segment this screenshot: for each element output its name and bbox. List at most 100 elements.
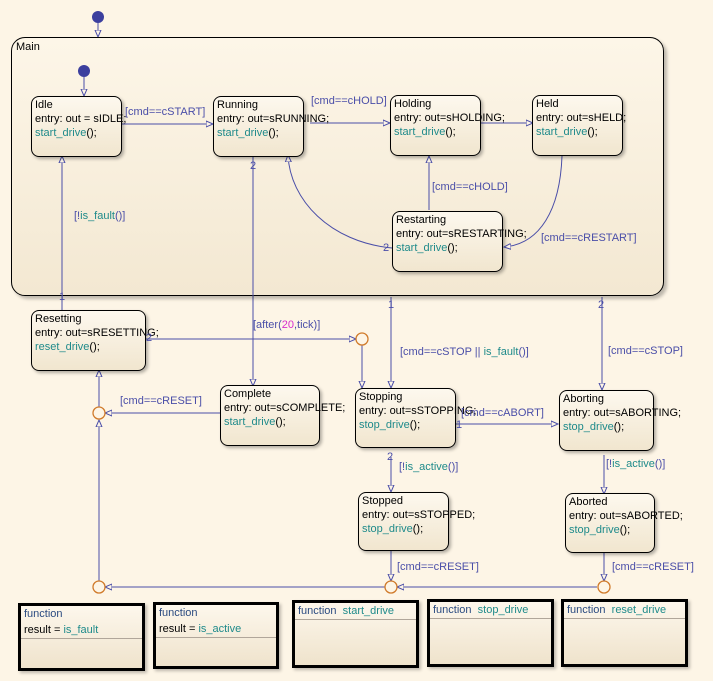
label-function: is_active [405,461,448,473]
state-name: Stopped [362,495,403,507]
function-call: stop_drive [362,523,413,535]
state-main[interactable]: Main [11,37,664,296]
label-running-holding[interactable]: [cmd==cHOLD] [311,95,387,107]
function-keyword: function [567,604,606,616]
state-holding[interactable]: Holding entry: out=sHOLDING; start_drive… [390,95,505,156]
function-is-active[interactable]: function result = is_active [153,602,279,669]
function-name: is_fault [63,624,99,636]
function-stop-drive[interactable]: function stop_drive [427,599,554,667]
label-stopping-aborting[interactable]: [cmd==cABORT] [461,407,544,419]
function-reset-drive[interactable]: function reset_drive [561,599,688,667]
call-suffix: (); [445,126,456,138]
function-signature: result = [24,624,64,636]
label-main-resetting[interactable]: [!is_fault()] [74,210,125,222]
state-entry: entry: out=sABORTING; [563,407,682,419]
label-main-aborting[interactable]: [cmd==cSTOP] [608,345,683,357]
label-idle-running[interactable]: [cmd==cSTART] [125,106,205,118]
junction[interactable] [92,406,106,420]
label-part: [cmd==cSTOP || [400,346,484,358]
label-main-stopping[interactable]: [cmd==cSTOP || is_fault()] [400,346,529,358]
priority-number: 1 [456,419,463,431]
state-stopped[interactable]: Stopped entry: out=sSTOPPED; stop_drive(… [358,492,475,551]
junction[interactable] [92,580,106,594]
call-suffix: (); [86,127,97,139]
label-part: ()] [114,210,126,222]
function-keyword: function [298,605,337,617]
function-call: stop_drive [569,524,620,536]
state-restarting[interactable]: Restarting entry: out=sRESTARTING; start… [392,211,527,272]
state-name: Running [217,99,258,111]
state-entry: entry: out=sCOMPLETE; [224,402,346,414]
state-name: Holding [394,98,432,110]
label-held-restarting[interactable]: [cmd==cRESTART] [541,232,637,244]
function-keyword: function [24,608,63,620]
state-idle[interactable]: Idle entry: out = sIDLE; start_drive(); [31,96,127,157]
priority-number: 2 [598,299,605,311]
state-running[interactable]: Running entry: out=sRUNNING; start_drive… [213,96,330,157]
state-name: Restarting [396,214,447,226]
state-entry: entry: out=sRESTARTING; [396,228,527,240]
label-part: ()] [447,461,459,473]
function-call: start_drive [224,416,276,428]
label-part: ()] [518,346,529,358]
call-suffix: (); [409,419,421,431]
state-entry: entry: out=sRESETTING; [35,327,159,339]
label-stopped-reset[interactable]: [cmd==cRESET] [397,561,479,573]
function-call: reset_drive [35,341,90,353]
label-aborted-reset[interactable]: [cmd==cRESET] [612,561,694,573]
function-name: stop_drive [477,604,529,616]
junction[interactable] [384,580,398,594]
label-stopping-stopped[interactable]: [!is_active()] [399,461,458,473]
state-complete[interactable]: Complete entry: out=sCOMPLETE; start_dri… [220,385,346,446]
function-call: stop_drive [563,421,614,433]
priority-number: 2 [387,451,394,463]
call-suffix: (); [89,341,100,353]
state-resetting[interactable]: Resetting entry: out=sRESETTING; reset_d… [31,310,159,371]
label-resetting-after[interactable]: [after(20,tick)] [253,319,320,331]
priority-number: 2 [383,242,390,254]
junction[interactable] [355,332,369,346]
priority-number: 2 [146,332,153,344]
state-stopping[interactable]: Stopping entry: out=sSTOPPING; stop_driv… [355,388,477,448]
state-aborting[interactable]: Aborting entry: out=sABORTING; stop_driv… [559,390,682,451]
label-part: ,tick)] [293,319,321,331]
state-name: Idle [35,99,53,111]
priority-number: 1 [59,291,66,303]
state-entry: entry: out=sSTOPPING; [359,405,477,417]
label-function: is_fault [483,346,519,358]
label-aborting-aborted[interactable]: [!is_active()] [606,458,665,470]
function-call: start_drive [217,127,269,139]
call-suffix: (); [412,523,424,535]
state-name: Resetting [35,313,82,325]
default-transition-dot [92,11,104,23]
state-held[interactable]: Held entry: out=sHELD; start_drive(); [532,95,627,156]
state-entry: entry: out=sHOLDING; [394,112,505,124]
function-signature: result = [159,623,199,635]
call-suffix: (); [268,127,279,139]
function-start-drive[interactable]: function start_drive [292,600,419,668]
state-entry: entry: out = sIDLE; [35,113,127,125]
function-call: start_drive [394,126,446,138]
state-entry: entry: out=sHELD; [536,112,627,124]
function-is-fault[interactable]: function result = is_fault [18,603,145,671]
state-name: Aborting [563,393,604,405]
junction[interactable] [597,580,611,594]
state-entry: entry: out=sRUNNING; [217,113,330,125]
function-call: start_drive [35,127,87,139]
label-number: 20 [281,319,294,331]
state-name: Complete [224,388,272,400]
state-name: Held [536,98,559,110]
state-name: Stopping [359,391,403,403]
priority-number: 1 [388,299,395,311]
state-aborted[interactable]: Aborted entry: out=sABORTED; stop_drive(… [565,493,683,553]
state-main-title: Main [16,41,40,53]
call-suffix: (); [587,126,598,138]
function-call: stop_drive [359,419,410,431]
label-complete-reset[interactable]: [cmd==cRESET] [120,395,202,407]
label-restarting-holding[interactable]: [cmd==cHOLD] [432,181,508,193]
function-name: is_active [198,623,242,635]
call-suffix: (); [613,421,625,433]
label-part: ()] [654,458,666,470]
function-name: start_drive [342,605,395,617]
call-suffix: (); [275,416,286,428]
